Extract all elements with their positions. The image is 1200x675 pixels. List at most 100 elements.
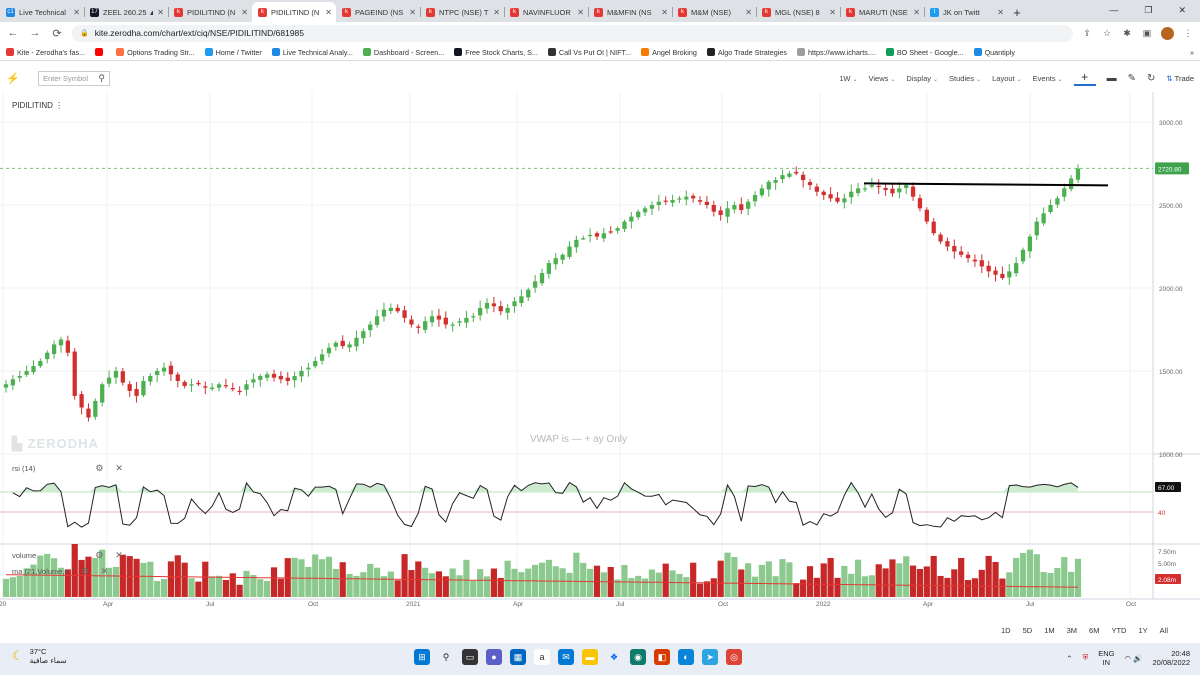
app-icon[interactable]: ◉ — [630, 649, 646, 665]
close-icon[interactable]: ✕ — [73, 8, 80, 17]
windows-icon[interactable]: ⊞ — [414, 649, 430, 665]
range-button-1d[interactable]: 1D — [1001, 626, 1011, 640]
app-icon[interactable]: a — [534, 649, 550, 665]
browser-tab[interactable]: 17 ZEEL 260.25 ▲ ✕ — [84, 2, 168, 22]
comment-icon[interactable]: ▬ — [1107, 73, 1117, 84]
gear-icon[interactable]: ⚙ — [95, 550, 103, 561]
crosshair-icon[interactable]: + — [1073, 70, 1096, 86]
taskview-icon[interactable]: ▭ — [462, 649, 478, 665]
back-icon[interactable]: ← — [6, 27, 20, 39]
bookmark-item[interactable]: Angel Broking — [641, 48, 697, 57]
star-icon[interactable]: ☆ — [1101, 28, 1113, 39]
bookmark-item[interactable]: BO Sheet - Google... — [885, 48, 964, 57]
bookmark-item[interactable]: https://www.icharts.... — [796, 48, 876, 57]
restore-icon[interactable]: ❐ — [1144, 5, 1152, 16]
bookmark-item[interactable]: Algo Trade Strategies — [706, 48, 787, 57]
trade-button[interactable]: ⇅ Trade — [1166, 74, 1194, 83]
edge-icon[interactable]: ◐ — [678, 649, 694, 665]
bookmark-item[interactable]: Call Vs Put OI | NIFT... — [547, 48, 631, 57]
layout-menu[interactable]: Layout ⌄ — [992, 74, 1022, 83]
draw-icon[interactable]: ✎ — [1128, 73, 1136, 84]
chevron-up-icon[interactable]: ⌃ — [1066, 654, 1072, 663]
close-icon[interactable]: ✕ — [241, 8, 248, 17]
menu-icon[interactable]: ⋮ — [1182, 28, 1194, 39]
browser-tab[interactable]: t JK on Twitt ✕ — [924, 2, 1008, 22]
clock[interactable]: 20:48 20/08/2022 — [1152, 649, 1190, 668]
close-icon[interactable]: ✕ — [115, 463, 123, 474]
browser-tab[interactable]: k NTPC (NSE) T ✕ — [420, 2, 504, 22]
chart-canvas[interactable]: 3000.00 2500.00 2000.00 1500.00 1000.00 2720.… — [0, 92, 1200, 622]
close-icon[interactable]: ✕ — [1178, 5, 1186, 16]
telegram-icon[interactable]: ➤ — [702, 649, 718, 665]
bookmark-item[interactable]: Dashboard - Screen... — [362, 48, 444, 57]
reload-icon[interactable]: ⟳ — [50, 27, 64, 40]
close-icon[interactable]: ✕ — [661, 8, 668, 17]
range-button-1m[interactable]: 1M — [1044, 626, 1054, 640]
close-icon[interactable]: ✕ — [409, 8, 416, 17]
weather-widget[interactable]: ☾ 37°C سماء صافية — [12, 647, 67, 665]
bookmark-item[interactable]: Options Trading Str... — [116, 48, 195, 57]
display-menu[interactable]: Display ⌄ — [906, 74, 938, 83]
range-button-all[interactable]: All — [1160, 626, 1168, 640]
browser-tab[interactable]: k M&MFIN (NS ✕ — [588, 2, 672, 22]
shield-icon[interactable]: ⛨ — [1083, 653, 1089, 663]
gear-icon[interactable]: ⚙ — [95, 463, 103, 474]
views-menu[interactable]: Views ⌄ — [869, 74, 896, 83]
chart-symbol-label[interactable]: PIDILITIND ⋮ — [12, 101, 63, 110]
extension-icon[interactable]: ✱ — [1121, 28, 1133, 39]
close-icon[interactable]: ✕ — [997, 8, 1004, 17]
language-indicator[interactable]: ENG IN — [1098, 649, 1114, 668]
lightning-icon[interactable]: ⚡ — [6, 72, 26, 85]
close-icon[interactable]: ✕ — [157, 8, 164, 17]
studies-menu[interactable]: Studies ⌄ — [949, 74, 981, 83]
office-icon[interactable]: ◧ — [654, 649, 670, 665]
browser-tab[interactable]: k PAGEIND (NS ✕ — [336, 2, 420, 22]
gear-icon[interactable]: ⚙ — [81, 566, 89, 577]
mail-icon[interactable]: ✉ — [558, 649, 574, 665]
close-icon[interactable]: ✕ — [913, 8, 920, 17]
new-tab-button[interactable]: + — [1008, 2, 1026, 22]
store-icon[interactable]: ▦ — [510, 649, 526, 665]
bookmark-item[interactable] — [95, 48, 106, 56]
bookmark-item[interactable]: Free Stock Charts, S... — [454, 48, 538, 57]
bookmark-item[interactable]: Home / Twitter — [204, 48, 262, 57]
close-icon[interactable]: ✕ — [115, 550, 123, 561]
chrome-icon[interactable]: ◎ — [726, 649, 742, 665]
close-icon[interactable]: ✕ — [829, 8, 836, 17]
bookmark-item[interactable]: Kite - Zerodha's fas... — [6, 48, 85, 57]
share-icon[interactable]: ⇪ — [1081, 28, 1093, 39]
more-bookmarks-icon[interactable]: » — [1190, 48, 1194, 57]
search-icon[interactable]: ⚲ — [438, 649, 454, 665]
browser-tab[interactable]: k MARUTI (NSE ✕ — [840, 2, 924, 22]
chart-area[interactable]: 3000.00 2500.00 2000.00 1500.00 1000.00 2720.… — [0, 92, 1200, 622]
range-button-6m[interactable]: 6M — [1089, 626, 1099, 640]
close-icon[interactable]: ✕ — [577, 8, 584, 17]
close-icon[interactable]: ✕ — [101, 566, 109, 577]
browser-tab[interactable]: k M&M (NSE) ✕ — [672, 2, 756, 22]
undo-icon[interactable]: ↻ — [1147, 73, 1155, 84]
range-button-1y[interactable]: 1Y — [1138, 626, 1147, 640]
sidebar-icon[interactable]: ▣ — [1141, 28, 1153, 39]
close-icon[interactable]: ✕ — [745, 8, 752, 17]
bookmark-item[interactable]: Live Technical Analy... — [271, 48, 353, 57]
close-icon[interactable]: ✕ — [325, 8, 332, 17]
avatar[interactable] — [1161, 26, 1174, 40]
symbol-search-input[interactable]: Enter Symbol ⚲ — [38, 70, 110, 86]
forward-icon[interactable]: → — [28, 27, 42, 39]
interval-menu[interactable]: 1W ⌄ — [839, 74, 857, 83]
browser-tab[interactable]: k PIDILITIND (N ✕ — [252, 2, 336, 22]
browser-tab[interactable]: k PIDILITIND (N ✕ — [168, 2, 252, 22]
range-button-3m[interactable]: 3M — [1067, 626, 1077, 640]
browser-tab[interactable]: k MGL (NSE) 8 ✕ — [756, 2, 840, 22]
chat-icon[interactable]: ● — [486, 649, 502, 665]
more-icon[interactable]: ⋮ — [55, 101, 63, 110]
range-button-ytd[interactable]: YTD — [1111, 626, 1126, 640]
range-button-5d[interactable]: 5D — [1023, 626, 1033, 640]
dropbox-icon[interactable]: ❖ — [606, 649, 622, 665]
folder-icon[interactable]: ▬ — [582, 649, 598, 665]
browser-tab[interactable]: c1 Live Technical ✕ — [0, 2, 84, 22]
close-icon[interactable]: ✕ — [493, 8, 500, 17]
events-menu[interactable]: Events ⌄ — [1033, 74, 1063, 83]
bookmark-item[interactable]: Quantiply — [973, 48, 1015, 57]
browser-tab[interactable]: k NAVINFLUOR ✕ — [504, 2, 588, 22]
